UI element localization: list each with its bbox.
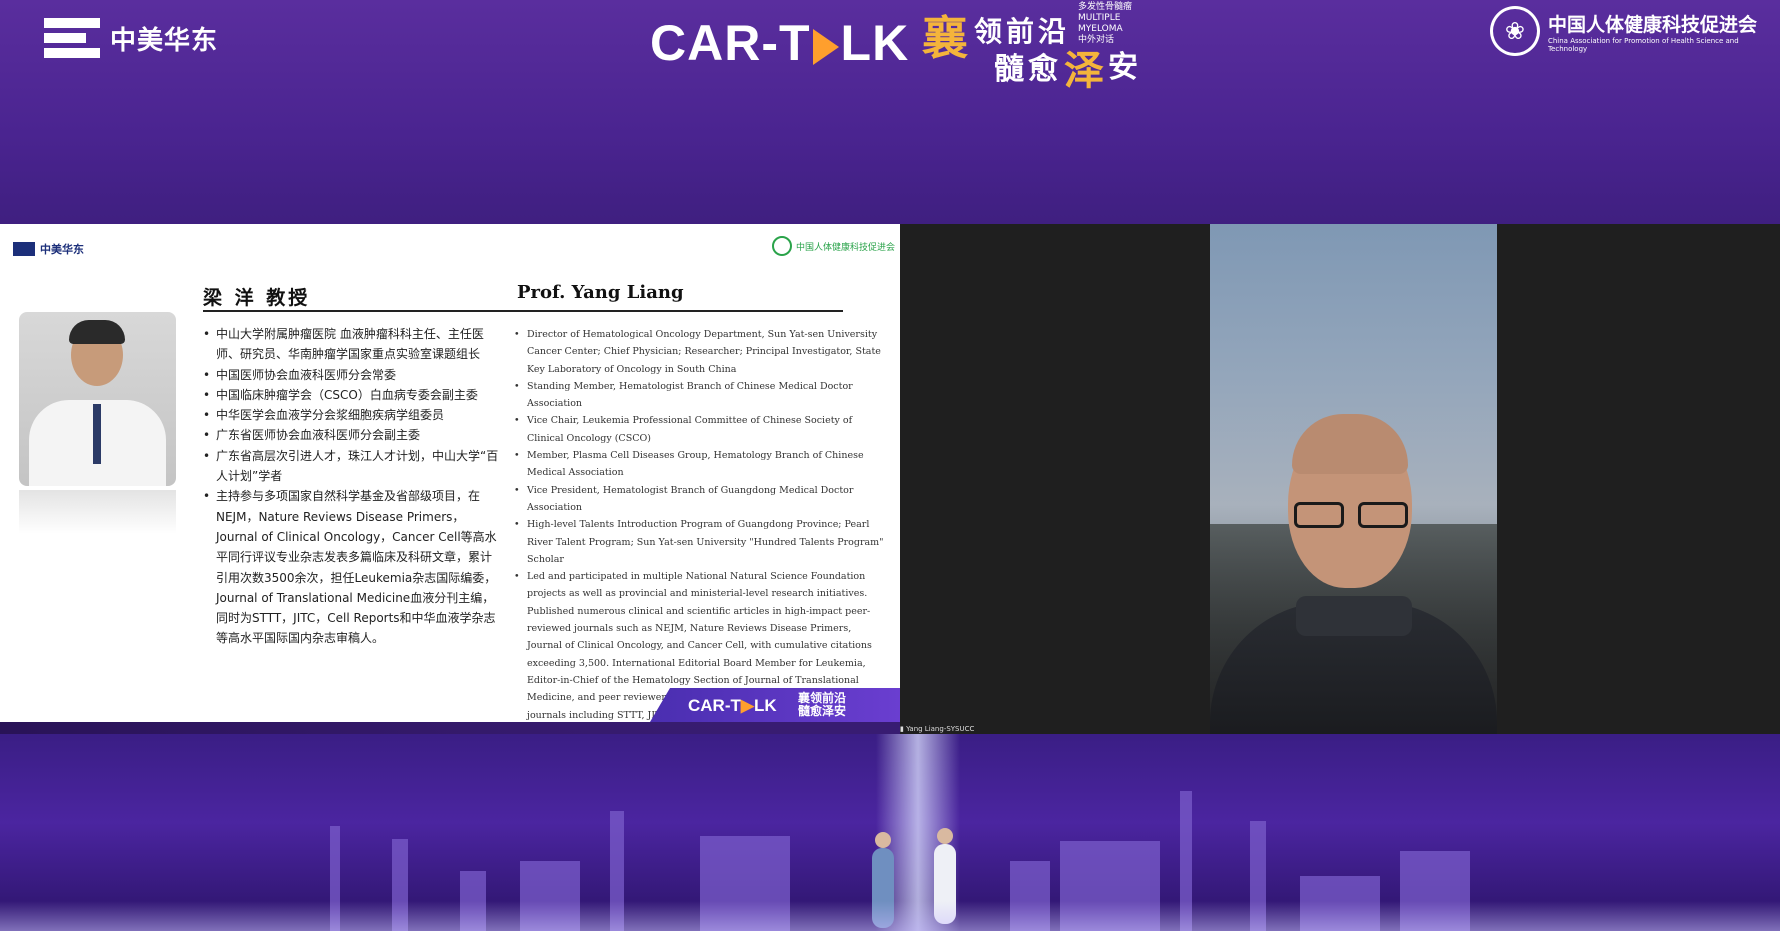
speaker-name-en: Prof. Yang Liang (517, 282, 684, 303)
video-scalp (1292, 414, 1408, 474)
slogan-char-5: 髓 (994, 52, 1024, 87)
bio-en-item: Standing Member, Hematologist Branch of … (514, 378, 886, 413)
bio-en-item: High-level Talents Introduction Program … (514, 516, 886, 568)
slogan-char-7: 泽 (1064, 47, 1104, 94)
slide-footer-title-tail: LK (753, 696, 777, 715)
zhongmei-logo-text: 中美华东 (110, 25, 219, 56)
bio-list-en: Director of Hematological Oncology Depar… (514, 326, 886, 722)
car-talk-text-tail: LK (840, 15, 910, 71)
slogan-subtitle: 多发性骨髓瘤 MULTIPLE MYELOMA 中外对话 (1078, 2, 1158, 46)
slide-logo-text: 中美华东 (40, 243, 84, 256)
video-collar (1296, 596, 1412, 636)
slide-footer-slogan: 襄领前沿 髓愈泽安 (798, 692, 846, 718)
speaker-photo-reflection (19, 490, 176, 534)
slide-cap-text: 中国人体健康科技促进会 (796, 242, 896, 253)
zhongmei-huadong-logo: 中美华东 (44, 18, 218, 58)
cap-logo-cn: 中国人体健康科技促进会 (1547, 13, 1757, 36)
play-icon (812, 28, 839, 65)
photo-tie (93, 404, 101, 464)
bottom-skyline-banner (0, 734, 1780, 931)
figure-right-head (937, 828, 953, 844)
horizon-glow (0, 901, 1780, 931)
speaker-name-cn: 梁 洋 教授 (203, 287, 311, 309)
slide-cap-logo: 中国人体健康科技促进会 (772, 236, 895, 256)
bio-en-item: Vice President, Hematologist Branch of G… (514, 482, 886, 517)
bio-cn-item: 中山大学附属肿瘤医院 血液肿瘤科科主任、主任医师、研究员、华南肿瘤学国家重点实验… (203, 324, 503, 365)
participant-name-text: Yang Liang-SYSUCC (906, 725, 975, 733)
cap-logo-en: China Association for Promotion of Healt… (1547, 36, 1739, 53)
bio-list-cn: 中山大学附属肿瘤医院 血液肿瘤科科主任、主任医师、研究员、华南肿瘤学国家重点实验… (203, 324, 503, 649)
bio-en-item: Member, Plasma Cell Diseases Group, Hema… (514, 447, 886, 482)
speaker-photo (19, 312, 176, 486)
bio-cn-item: 中国临床肿瘤学会（CSCO）白血病专委会副主委 (203, 385, 503, 406)
bio-cn-item: 广东省医师协会血液科医师分会副主委 (203, 425, 503, 446)
event-slogan: 襄 领 前 沿 髓 愈 泽 安 多发性骨髓瘤 MULTIPLE MYELOMA … (922, 2, 1158, 94)
participant-name-label: ▮ Yang Liang-SYSUCC (900, 725, 974, 733)
car-talk-title: CAR-T LK (650, 14, 909, 72)
participant-video[interactable] (1210, 224, 1497, 735)
cap-emblem-icon: ❀ (1490, 6, 1540, 56)
slogan-sub-en: MULTIPLE MYELOMA (1078, 13, 1123, 34)
slogan-char-6: 愈 (1028, 52, 1058, 87)
slide-footer-banner: CAR-T▶LK 襄领前沿 髓愈泽安 (650, 688, 900, 722)
slide-footer-car-talk: CAR-T▶LK (688, 696, 777, 715)
photo-hair (69, 320, 125, 344)
glasses-icon (1294, 502, 1412, 528)
slide-zhongmei-logo: 中美华东 (13, 241, 84, 257)
slide-zhongmei-icon (13, 242, 35, 256)
bio-cn-item: 广东省高层次引进人才，珠江人才计划，中山大学“百人计划”学者 (203, 446, 503, 487)
figure-left-head (875, 832, 891, 848)
slogan-sub-dialog: 中外对话 (1078, 35, 1115, 45)
bio-cn-item: 主持参与多项国家自然科学基金及省部级项目，在NEJM，Nature Review… (203, 486, 503, 648)
slogan-sub-cn: 多发性骨髓瘤 (1078, 2, 1133, 12)
bio-cn-item: 中国医师协会血液科医师分会常委 (203, 365, 503, 386)
car-talk-text-head: CAR-T (650, 15, 811, 71)
title-rule (203, 310, 843, 312)
cap-association-logo: ❀ 中国人体健康科技促进会 China Association for Prom… (1490, 6, 1780, 56)
slide-footer-slogan-2: 髓愈泽安 (798, 704, 847, 718)
slogan-char-8: 安 (1108, 50, 1138, 85)
slogan-char-1: 襄 (922, 11, 968, 65)
zhongmei-logo-icon (44, 18, 100, 58)
signal-icon: ▮ (900, 725, 904, 733)
bio-en-item: Vice Chair, Leukemia Professional Commit… (514, 412, 886, 447)
shared-slide: 中美华东 中国人体健康科技促进会 梁 洋 教授 Prof. Yang Liang… (0, 224, 900, 722)
slide-footer-title-head: CAR-T (688, 696, 741, 715)
slide-cap-emblem-icon (772, 236, 792, 256)
bio-cn-item: 中华医学会血液学分会浆细胞疾病学组委员 (203, 405, 503, 426)
bio-en-item: Director of Hematological Oncology Depar… (514, 326, 886, 378)
